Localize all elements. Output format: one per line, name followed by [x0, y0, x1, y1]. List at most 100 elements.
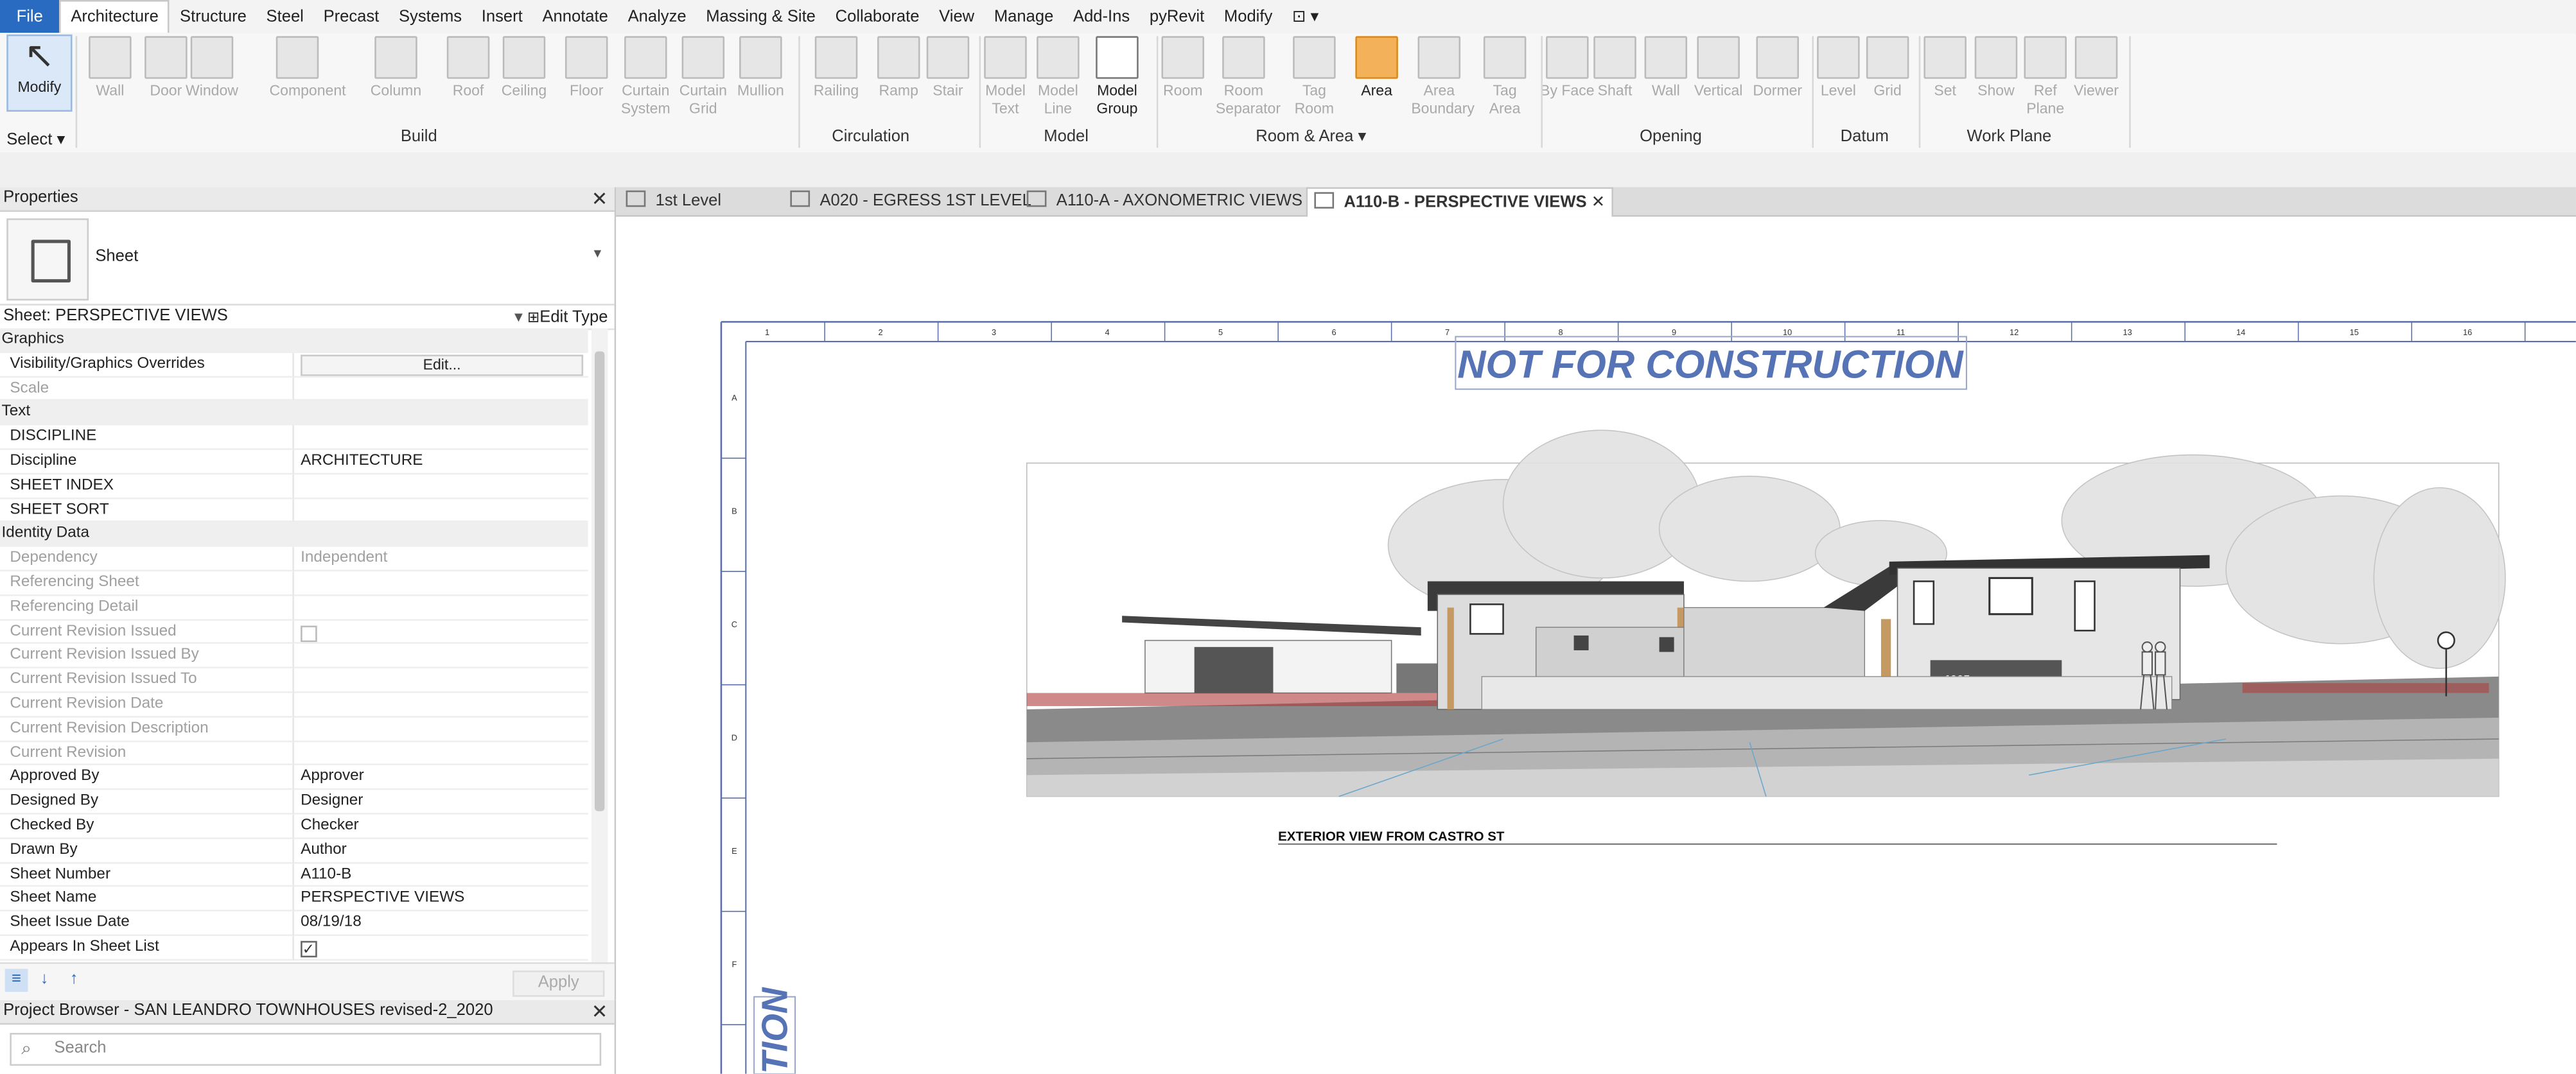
- component-button[interactable]: Component: [270, 36, 346, 100]
- shaft-button[interactable]: Shaft: [1587, 36, 1643, 100]
- grid-button[interactable]: Grid: [1860, 36, 1916, 100]
- property-row[interactable]: SHEET INDEX: [0, 474, 588, 499]
- property-row[interactable]: Checked By Checker: [0, 814, 588, 839]
- quick-access-options-icon[interactable]: ⊡ ▾: [1283, 0, 1329, 33]
- property-row[interactable]: Dependency Independent: [0, 547, 588, 572]
- property-value[interactable]: Checker: [294, 815, 588, 839]
- checkbox[interactable]: [301, 937, 317, 958]
- ribbon-tab-analyze[interactable]: Analyze: [618, 0, 696, 33]
- property-row[interactable]: Current Revision Issued By: [0, 644, 588, 669]
- wall-button[interactable]: Wall: [82, 36, 138, 100]
- property-row[interactable]: Visibility/Graphics Overrides Edit...: [0, 352, 588, 377]
- dormer-button[interactable]: Dormer: [1749, 36, 1805, 100]
- chevron-down-icon[interactable]: ▾: [594, 245, 602, 263]
- ribbon-tab-insert[interactable]: Insert: [471, 0, 532, 33]
- roof-button[interactable]: Roof: [441, 36, 496, 100]
- ribbon-tab-steel[interactable]: Steel: [256, 0, 313, 33]
- property-row[interactable]: Scale: [0, 377, 588, 402]
- ribbon-tab-massing-site[interactable]: Massing & Site: [696, 0, 825, 33]
- ribbon-tab-view[interactable]: View: [929, 0, 985, 33]
- property-group-header[interactable]: Text: [0, 401, 588, 426]
- property-value[interactable]: [294, 499, 588, 523]
- exterior-perspective-view[interactable]: 1905: [1026, 429, 2506, 797]
- property-value[interactable]: 08/19/18: [294, 912, 588, 936]
- edit-type-button[interactable]: ▾ ⊞Edit Type: [514, 306, 608, 330]
- search-input[interactable]: ⌕ Search: [10, 1032, 602, 1066]
- vertical-button[interactable]: Vertical: [1690, 36, 1746, 100]
- property-value[interactable]: Approver: [294, 766, 588, 790]
- stair-button[interactable]: Stair: [920, 36, 976, 100]
- scrollbar-thumb[interactable]: [594, 351, 605, 811]
- ramp-button[interactable]: Ramp: [871, 36, 927, 100]
- model-group-button[interactable]: Model Group: [1089, 36, 1145, 118]
- property-value[interactable]: A110-B: [294, 863, 588, 888]
- modify-button[interactable]: ↖ Modify: [6, 34, 73, 112]
- property-row[interactable]: Discipline ARCHITECTURE: [0, 449, 588, 474]
- area-boundary-button[interactable]: Area Boundary: [1411, 36, 1475, 118]
- ref-plane-button[interactable]: Ref Plane: [2017, 36, 2073, 118]
- select-dropdown[interactable]: Select ▾: [6, 132, 65, 150]
- ribbon-tab-precast[interactable]: Precast: [313, 0, 389, 33]
- show-button[interactable]: Show: [1968, 36, 2024, 100]
- apply-button[interactable]: Apply: [513, 970, 605, 997]
- view-tab[interactable]: A110-A - AXONOMETRIC VIEWS: [1026, 187, 1302, 215]
- view-tab[interactable]: A020 - EGRESS 1ST LEVEL: [790, 187, 1031, 215]
- window-button[interactable]: Window: [184, 36, 240, 100]
- drawing-canvas[interactable]: 1234567891011121314151617 ABCDEF NOT FOR…: [616, 216, 2576, 1074]
- property-row[interactable]: Referencing Sheet: [0, 571, 588, 596]
- ribbon-tab-manage[interactable]: Manage: [985, 0, 1064, 33]
- floor-button[interactable]: Floor: [559, 36, 615, 100]
- properties-scrollbar[interactable]: [591, 328, 608, 962]
- view-tab[interactable]: 1st Level: [626, 187, 721, 215]
- curtain-system-button[interactable]: Curtain System: [618, 36, 674, 118]
- sort-descending-icon[interactable]: ↑: [62, 969, 85, 992]
- ribbon-tab-systems[interactable]: Systems: [389, 0, 472, 33]
- close-icon[interactable]: ✕: [591, 1000, 608, 1023]
- property-value[interactable]: Edit...: [294, 352, 588, 377]
- view-tab[interactable]: A110-B - PERSPECTIVE VIEWS ✕: [1306, 187, 1613, 217]
- instance-filter[interactable]: Sheet: PERSPECTIVE VIEWS ▾ ⊞Edit Type: [0, 306, 615, 331]
- ribbon-tab-architecture[interactable]: Architecture: [59, 0, 170, 33]
- ribbon-tab-annotate[interactable]: Annotate: [532, 0, 618, 33]
- group-sort-icon[interactable]: ≡: [4, 969, 28, 992]
- property-value[interactable]: Author: [294, 838, 588, 863]
- property-row[interactable]: Designed By Designer: [0, 790, 588, 815]
- column-button[interactable]: Column: [368, 36, 424, 100]
- close-icon[interactable]: ✕: [1587, 194, 1606, 212]
- property-row[interactable]: Current Revision Issued To: [0, 668, 588, 693]
- property-row[interactable]: Approved By Approver: [0, 765, 588, 790]
- viewer-button[interactable]: Viewer: [2069, 36, 2125, 100]
- property-row[interactable]: Appears In Sheet List: [0, 935, 588, 960]
- ribbon-tab-add-ins[interactable]: Add-Ins: [1064, 0, 1140, 33]
- wall-button[interactable]: Wall: [1638, 36, 1694, 100]
- file-menu-button[interactable]: File: [0, 0, 60, 33]
- property-row[interactable]: SHEET SORT: [0, 498, 588, 523]
- close-icon[interactable]: ✕: [591, 187, 608, 211]
- property-value[interactable]: [294, 936, 588, 960]
- sort-ascending-icon[interactable]: ↓: [33, 969, 56, 992]
- property-value[interactable]: ARCHITECTURE: [294, 450, 588, 474]
- property-value[interactable]: Designer: [294, 790, 588, 815]
- property-value[interactable]: [294, 426, 588, 450]
- property-value[interactable]: [294, 474, 588, 499]
- property-row[interactable]: Sheet Issue Date 08/19/18: [0, 912, 588, 936]
- property-row[interactable]: Drawn By Author: [0, 838, 588, 863]
- type-selector[interactable]: Sheet ▾: [0, 212, 615, 306]
- edit-overrides-button[interactable]: Edit...: [301, 354, 584, 376]
- property-row[interactable]: Current Revision: [0, 741, 588, 766]
- ribbon-tab-modify[interactable]: Modify: [1214, 0, 1283, 33]
- room-separator-button[interactable]: Room Separator: [1216, 36, 1281, 118]
- model-text-button[interactable]: Model Text: [977, 36, 1033, 118]
- model-line-button[interactable]: Model Line: [1030, 36, 1086, 118]
- ribbon-tab-pyrevit[interactable]: pyRevit: [1140, 0, 1214, 33]
- ceiling-button[interactable]: Ceiling: [496, 36, 552, 100]
- ribbon-tab-collaborate[interactable]: Collaborate: [825, 0, 929, 33]
- curtain-grid-button[interactable]: Curtain Grid: [675, 36, 731, 118]
- set-button[interactable]: Set: [1917, 36, 1973, 100]
- area-button[interactable]: Area: [1349, 36, 1405, 100]
- property-row[interactable]: DISCIPLINE: [0, 426, 588, 450]
- property-row[interactable]: Current Revision Issued: [0, 619, 588, 645]
- property-row[interactable]: Sheet Number A110-B: [0, 863, 588, 888]
- tag-area-button[interactable]: Tag Area: [1477, 36, 1533, 118]
- room-button[interactable]: Room: [1155, 36, 1211, 100]
